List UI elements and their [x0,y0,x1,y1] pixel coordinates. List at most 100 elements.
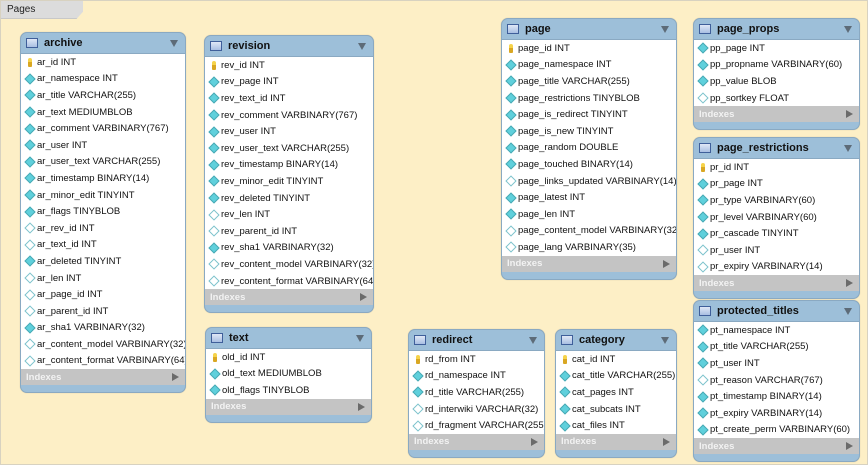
column-row[interactable]: ar_comment VARBINARY(767) [21,120,185,137]
column-row[interactable]: rd_fragment VARCHAR(255) [409,417,544,434]
column-row[interactable]: rev_text_id INT [205,90,373,107]
expand-arrow-icon[interactable] [531,437,538,446]
column-row[interactable]: ar_deleted TINYINT [21,253,185,270]
column-row[interactable]: rev_user INT [205,123,373,140]
indexes-section[interactable]: Indexes [556,433,676,450]
expand-arrow-icon[interactable] [663,259,670,268]
column-row[interactable]: ar_flags TINYBLOB [21,203,185,220]
column-row[interactable]: pt_timestamp BINARY(14) [694,388,859,405]
indexes-section[interactable]: Indexes [694,438,859,455]
table-redirect[interactable]: redirect rd_from INT rd_namespace INT rd_ti… [408,329,545,458]
column-row[interactable]: cat_title VARCHAR(255) [556,368,676,385]
expand-arrow-icon[interactable] [846,110,853,119]
column-row[interactable]: ar_timestamp BINARY(14) [21,170,185,187]
column-row[interactable]: old_text MEDIUMBLOB [206,366,371,383]
column-row[interactable]: pr_level VARBINARY(60) [694,209,859,226]
column-row[interactable]: ar_parent_id INT [21,303,185,320]
column-row[interactable]: rev_sha1 VARBINARY(32) [205,240,373,257]
column-row[interactable]: page_title VARCHAR(255) [502,73,676,90]
column-row[interactable]: cat_subcats INT [556,401,676,418]
indexes-section[interactable]: Indexes [205,289,373,306]
table-page-restrictions[interactable]: page_restrictions pr_id INT pr_page INT pr_… [693,137,860,300]
column-row[interactable]: rd_namespace INT [409,368,544,385]
column-row[interactable]: page_is_redirect TINYINT [502,106,676,123]
table-header[interactable]: category [556,330,676,350]
column-row[interactable]: pp_sortkey FLOAT [694,90,859,107]
column-row[interactable]: rev_content_model VARBINARY(32) [205,256,373,273]
column-row[interactable]: pr_id INT [694,159,859,176]
column-row[interactable]: ar_namespace INT [21,71,185,88]
indexes-section[interactable]: Indexes [206,398,371,415]
column-row[interactable]: pr_type VARBINARY(60) [694,192,859,209]
column-row[interactable]: ar_id INT [21,54,185,71]
column-row[interactable]: pt_create_perm VARBINARY(60) [694,422,859,439]
table-header[interactable]: text [206,328,371,348]
indexes-section[interactable]: Indexes [694,275,859,292]
table-page[interactable]: page page_id INT page_namespace INT page_ti… [501,18,677,280]
column-row[interactable]: ar_text_id INT [21,237,185,254]
column-row[interactable]: pt_title VARCHAR(255) [694,339,859,356]
column-row[interactable]: ar_text MEDIUMBLOB [21,104,185,121]
column-row[interactable]: ar_user INT [21,137,185,154]
column-row[interactable]: rd_title VARCHAR(255) [409,384,544,401]
column-row[interactable]: cat_id INT [556,351,676,368]
column-row[interactable]: pp_propname VARBINARY(60) [694,57,859,74]
column-row[interactable]: rev_minor_edit TINYINT [205,173,373,190]
column-row[interactable]: page_is_new TINYINT [502,123,676,140]
expand-arrow-icon[interactable] [663,437,670,446]
table-header[interactable]: redirect [409,330,544,350]
column-row[interactable]: ar_content_format VARBINARY(64) [21,353,185,370]
column-row[interactable]: page_restrictions TINYBLOB [502,90,676,107]
column-row[interactable]: ar_title VARCHAR(255) [21,87,185,104]
collapse-arrow-icon[interactable] [661,25,669,33]
table-header[interactable]: page [502,19,676,39]
column-row[interactable]: pr_cascade TINYINT [694,225,859,242]
column-row[interactable]: page_lang VARBINARY(35) [502,239,676,256]
expand-arrow-icon[interactable] [846,442,853,451]
indexes-section[interactable]: Indexes [694,106,859,123]
column-row[interactable]: ar_sha1 VARBINARY(32) [21,320,185,337]
table-category[interactable]: category cat_id INT cat_title VARCHAR(255)… [555,329,677,458]
expand-arrow-icon[interactable] [846,279,853,288]
column-row[interactable]: rev_comment VARBINARY(767) [205,107,373,124]
column-row[interactable]: pp_page INT [694,40,859,57]
column-row[interactable]: ar_user_text VARCHAR(255) [21,154,185,171]
column-row[interactable]: page_links_updated VARBINARY(14) [502,173,676,190]
column-row[interactable]: rev_page INT [205,74,373,91]
column-row[interactable]: rev_user_text VARCHAR(255) [205,140,373,157]
table-header[interactable]: archive [21,33,185,53]
column-row[interactable]: page_namespace INT [502,57,676,74]
column-row[interactable]: ar_content_model VARBINARY(32) [21,336,185,353]
column-row[interactable]: page_len INT [502,206,676,223]
column-row[interactable]: page_content_model VARBINARY(32) [502,223,676,240]
column-row[interactable]: pt_user INT [694,355,859,372]
column-row[interactable]: pt_reason VARCHAR(767) [694,372,859,389]
column-row[interactable]: pr_expiry VARBINARY(14) [694,259,859,276]
column-row[interactable]: pr_page INT [694,176,859,193]
collapse-arrow-icon[interactable] [844,25,852,33]
column-row[interactable]: pr_user INT [694,242,859,259]
collapse-arrow-icon[interactable] [356,334,364,342]
expand-arrow-icon[interactable] [358,402,365,411]
column-row[interactable]: rev_parent_id INT [205,223,373,240]
tab-pages[interactable]: Pages [1,1,83,19]
column-row[interactable]: pt_expiry VARBINARY(14) [694,405,859,422]
collapse-arrow-icon[interactable] [844,307,852,315]
column-row[interactable]: old_flags TINYBLOB [206,382,371,399]
column-row[interactable]: ar_len INT [21,270,185,287]
table-header[interactable]: page_restrictions [694,138,859,158]
collapse-arrow-icon[interactable] [661,336,669,344]
table-header[interactable]: revision [205,36,373,56]
column-row[interactable]: rev_id INT [205,57,373,74]
column-row[interactable]: ar_rev_id INT [21,220,185,237]
column-row[interactable]: rd_from INT [409,351,544,368]
column-row[interactable]: pt_namespace INT [694,322,859,339]
indexes-section[interactable]: Indexes [21,369,185,386]
table-revision[interactable]: revision rev_id INT rev_page INT rev_text_i… [204,35,374,314]
collapse-arrow-icon[interactable] [529,336,537,344]
column-row[interactable]: old_id INT [206,349,371,366]
column-row[interactable]: pp_value BLOB [694,73,859,90]
collapse-arrow-icon[interactable] [170,39,178,47]
column-row[interactable]: cat_files INT [556,417,676,434]
table-text[interactable]: text old_id INT old_text MEDIUMBLOB old_fla… [205,327,372,423]
